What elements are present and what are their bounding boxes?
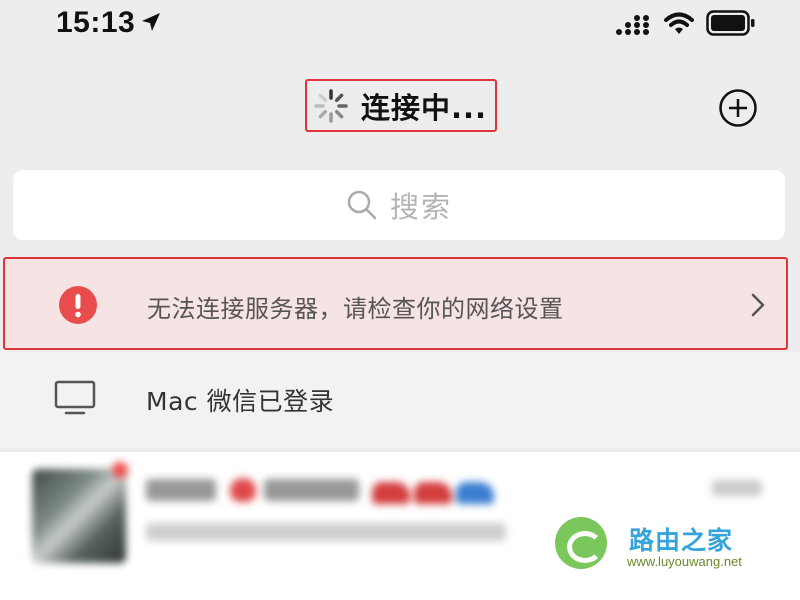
watermark: 路由之家 www.luyouwang.net — [555, 517, 765, 577]
watermark-title: 路由之家 — [629, 526, 734, 555]
monitor-icon — [54, 380, 96, 415]
status-bar: 15:13 — [0, 0, 800, 52]
battery-icon — [706, 10, 755, 36]
signal-icon — [616, 15, 649, 35]
wifi-icon — [664, 12, 694, 34]
location-arrow-icon — [142, 13, 160, 31]
chat-preview-blurred — [146, 522, 506, 546]
heart-emoji-icon — [230, 478, 256, 502]
unread-badge — [112, 462, 128, 478]
mac-login-status[interactable]: Mac 微信已登录 — [0, 352, 800, 448]
car-emoji-icons — [372, 482, 494, 504]
search-placeholder: 搜索 — [389, 190, 452, 224]
exclamation-icon — [59, 286, 97, 324]
mac-login-label: Mac 微信已登录 — [146, 387, 335, 416]
chevron-right-icon — [751, 293, 765, 317]
search-icon — [347, 190, 377, 220]
error-message: 无法连接服务器，请检查你的网络设置 — [147, 295, 564, 323]
loading-spinner-icon — [314, 88, 348, 123]
watermark-url: www.luyouwang.net — [627, 554, 742, 569]
avatar — [32, 469, 126, 563]
watermark-logo-icon — [555, 517, 607, 569]
status-time: 15:13 — [56, 6, 136, 39]
connecting-title: 连接中... — [305, 79, 497, 132]
page-title: 连接中... — [361, 90, 488, 125]
search-input[interactable]: 搜索 — [13, 170, 785, 240]
plus-circle-icon[interactable] — [718, 88, 758, 128]
network-error-banner[interactable]: 无法连接服务器，请检查你的网络设置 — [3, 257, 788, 350]
chat-time-blurred — [712, 480, 762, 501]
